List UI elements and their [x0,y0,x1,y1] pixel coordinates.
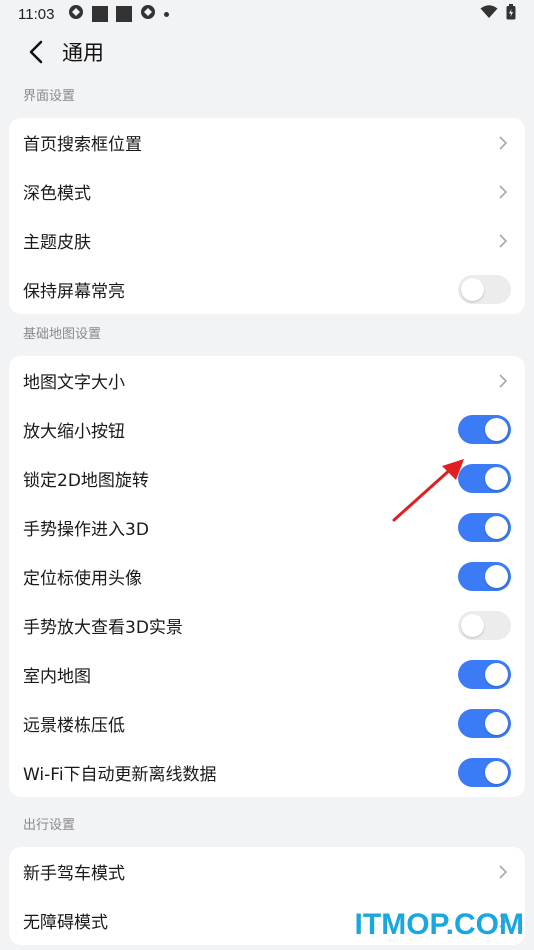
chevron-right-icon [495,373,511,389]
setting-label: 远景楼栋压低 [23,716,125,736]
setting-row-avatar-locator: 定位标使用头像 [9,552,525,601]
setting-row-search-box-position[interactable]: 首页搜索框位置 [9,118,525,167]
chevron-right-icon [495,864,511,880]
chevron-right-icon [495,135,511,151]
chevron-right-icon [495,184,511,200]
annotation-arrow-icon [392,459,464,522]
wifi-offline-update-toggle[interactable] [458,758,511,787]
zoom-buttons-toggle[interactable] [458,415,511,444]
battery-icon [506,4,516,24]
section-label-map-basic: 基础地图设置 [23,327,102,342]
notification-app-icon [140,4,156,24]
notification-app-icon [68,4,84,24]
lower-distant-buildings-toggle[interactable] [458,709,511,738]
chevron-right-icon [495,233,511,249]
header: 通用 [0,28,534,76]
card-interface-settings: 首页搜索框位置 深色模式 主题皮肤 保持屏幕常亮 [9,118,525,314]
setting-label: 深色模式 [23,184,91,204]
gesture-3d-street-view-toggle[interactable] [458,611,511,640]
section-label-travel: 出行设置 [23,818,76,833]
avatar-locator-toggle[interactable] [458,562,511,591]
setting-label: 放大缩小按钮 [23,422,125,442]
setting-label: 锁定2D地图旋转 [23,471,149,491]
toggle-knob [485,516,508,539]
toggle-knob [485,663,508,686]
setting-label: 室内地图 [23,667,91,687]
status-bar: 11:03 [0,0,534,28]
notification-square-icon [92,6,109,22]
indoor-map-toggle[interactable] [458,660,511,689]
setting-row-wifi-offline-update: Wi-Fi下自动更新离线数据 [9,748,525,797]
back-button[interactable] [20,36,52,68]
wifi-icon [480,5,498,23]
setting-row-lower-distant-buildings: 远景楼栋压低 [9,699,525,748]
setting-label: 保持屏幕常亮 [23,282,125,302]
setting-label: 手势放大查看3D实景 [23,618,183,638]
more-notifications-dot-icon [164,11,170,17]
chevron-left-icon [29,40,43,64]
setting-row-indoor-map: 室内地图 [9,650,525,699]
keep-screen-on-toggle[interactable] [458,275,511,304]
setting-label: 新手驾车模式 [23,864,125,884]
status-time: 11:03 [18,5,55,23]
watermark-text: ITMOP.COM [354,908,524,941]
setting-row-novice-driving[interactable]: 新手驾车模式 [9,847,525,896]
toggle-knob [485,712,508,735]
page-title: 通用 [62,41,104,65]
setting-label: Wi-Fi下自动更新离线数据 [23,765,217,785]
setting-label: 定位标使用头像 [23,569,142,589]
setting-row-dark-mode[interactable]: 深色模式 [9,167,525,216]
toggle-knob [485,418,508,441]
setting-row-map-text-size[interactable]: 地图文字大小 [9,356,525,405]
section-label-interface: 界面设置 [23,89,76,104]
toggle-knob [485,467,508,490]
setting-row-zoom-buttons: 放大缩小按钮 [9,405,525,454]
setting-label: 地图文字大小 [23,373,125,393]
setting-row-theme-skin[interactable]: 主题皮肤 [9,216,525,265]
toggle-knob [485,761,508,784]
card-map-basic-settings: 地图文字大小 放大缩小按钮 锁定2D地图旋转 手势操作进入3D 定位标使用头像 … [9,356,525,797]
setting-label: 首页搜索框位置 [23,135,142,155]
notification-square-icon [116,6,133,22]
toggle-knob [461,614,484,637]
setting-row-gesture-3d-street-view: 手势放大查看3D实景 [9,601,525,650]
toggle-knob [485,565,508,588]
toggle-knob [461,278,484,301]
setting-label: 无障碍模式 [23,913,108,933]
setting-label: 手势操作进入3D [23,520,149,540]
setting-row-keep-screen-on: 保持屏幕常亮 [9,265,525,314]
setting-label: 主题皮肤 [23,233,91,253]
